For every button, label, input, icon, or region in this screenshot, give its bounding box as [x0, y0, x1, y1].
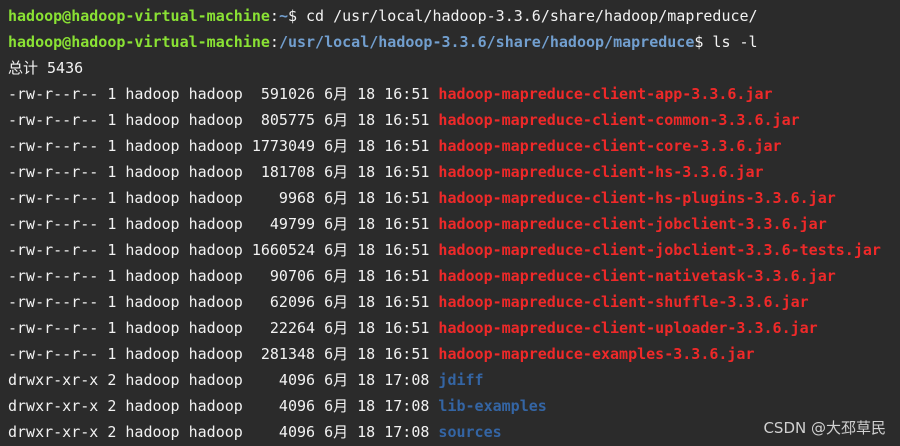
listing-row: drwxr-xr-x 2 hadoop hadoop 4096 6月 18 17… — [8, 393, 900, 419]
prompt-user: hadoop@hadoop-virtual-machine — [8, 33, 270, 51]
listing-meta: drwxr-xr-x 2 hadoop hadoop 4096 6月 18 17… — [8, 371, 439, 389]
prompt-cwd: /usr/local/hadoop-3.3.6/share/hadoop/map… — [278, 33, 695, 51]
terminal-output: hadoop@hadoop-virtual-machine:~$ cd /usr… — [8, 3, 900, 445]
command-text: ls -l — [703, 33, 758, 51]
file-name: hadoop-mapreduce-client-jobclient-3.3.6-… — [438, 241, 881, 259]
file-name: hadoop-mapreduce-client-hs-plugins-3.3.6… — [438, 189, 836, 207]
directory-name: jdiff — [438, 371, 484, 389]
prompt-separator: : — [269, 7, 279, 25]
listing-meta: -rw-r--r-- 1 hadoop hadoop 1660524 6月 18… — [8, 241, 439, 259]
listing-meta: -rw-r--r-- 1 hadoop hadoop 281348 6月 18 … — [8, 345, 439, 363]
listing-row: -rw-r--r-- 1 hadoop hadoop 805775 6月 18 … — [8, 107, 900, 133]
listing-meta: drwxr-xr-x 2 hadoop hadoop 4096 6月 18 17… — [8, 423, 439, 441]
listing-meta: -rw-r--r-- 1 hadoop hadoop 49799 6月 18 1… — [8, 215, 439, 233]
file-name: hadoop-mapreduce-examples-3.3.6.jar — [438, 345, 755, 363]
terminal-window[interactable]: hadoop@hadoop-virtual-machine:~$ cd /usr… — [0, 0, 900, 446]
prompt-line: hadoop@hadoop-virtual-machine:~$ cd /usr… — [8, 3, 900, 29]
listing-row: -rw-r--r-- 1 hadoop hadoop 281348 6月 18 … — [8, 341, 900, 367]
file-name: hadoop-mapreduce-client-hs-3.3.6.jar — [438, 163, 764, 181]
listing-row: -rw-r--r-- 1 hadoop hadoop 591026 6月 18 … — [8, 81, 900, 107]
listing-row: -rw-r--r-- 1 hadoop hadoop 1773049 6月 18… — [8, 133, 900, 159]
file-name: hadoop-mapreduce-client-nativetask-3.3.6… — [438, 267, 836, 285]
listing-meta: -rw-r--r-- 1 hadoop hadoop 9968 6月 18 16… — [8, 189, 439, 207]
command-text: cd /usr/local/hadoop-3.3.6/share/hadoop/… — [297, 7, 758, 25]
listing-row: -rw-r--r-- 1 hadoop hadoop 90706 6月 18 1… — [8, 263, 900, 289]
output-line: 总计 5436 — [8, 55, 900, 81]
directory-name: lib-examples — [438, 397, 547, 415]
total-line: 总计 5436 — [8, 59, 84, 77]
directory-name: sources — [438, 423, 502, 441]
listing-row: -rw-r--r-- 1 hadoop hadoop 1660524 6月 18… — [8, 237, 900, 263]
file-name: hadoop-mapreduce-client-jobclient-3.3.6.… — [438, 215, 827, 233]
file-name: hadoop-mapreduce-client-common-3.3.6.jar — [438, 111, 800, 129]
prompt-line: hadoop@hadoop-virtual-machine:/usr/local… — [8, 29, 900, 55]
listing-meta: -rw-r--r-- 1 hadoop hadoop 181708 6月 18 … — [8, 163, 439, 181]
listing-row: drwxr-xr-x 2 hadoop hadoop 4096 6月 18 17… — [8, 367, 900, 393]
listing-meta: -rw-r--r-- 1 hadoop hadoop 90706 6月 18 1… — [8, 267, 439, 285]
listing-row: -rw-r--r-- 1 hadoop hadoop 49799 6月 18 1… — [8, 211, 900, 237]
prompt-separator: : — [269, 33, 279, 51]
listing-row: -rw-r--r-- 1 hadoop hadoop 62096 6月 18 1… — [8, 289, 900, 315]
listing-row: -rw-r--r-- 1 hadoop hadoop 181708 6月 18 … — [8, 159, 900, 185]
listing-row: -rw-r--r-- 1 hadoop hadoop 22264 6月 18 1… — [8, 315, 900, 341]
listing-meta: -rw-r--r-- 1 hadoop hadoop 805775 6月 18 … — [8, 111, 439, 129]
prompt-user: hadoop@hadoop-virtual-machine — [8, 7, 270, 25]
file-name: hadoop-mapreduce-client-core-3.3.6.jar — [438, 137, 782, 155]
prompt-cwd: ~ — [278, 7, 288, 25]
file-name: hadoop-mapreduce-client-shuffle-3.3.6.ja… — [438, 293, 809, 311]
listing-meta: -rw-r--r-- 1 hadoop hadoop 1773049 6月 18… — [8, 137, 439, 155]
listing-meta: -rw-r--r-- 1 hadoop hadoop 62096 6月 18 1… — [8, 293, 439, 311]
listing-meta: -rw-r--r-- 1 hadoop hadoop 22264 6月 18 1… — [8, 319, 439, 337]
watermark: CSDN @大邳草民 — [763, 419, 886, 437]
prompt-symbol: $ — [287, 7, 297, 25]
listing-meta: drwxr-xr-x 2 hadoop hadoop 4096 6月 18 17… — [8, 397, 439, 415]
listing-row: -rw-r--r-- 1 hadoop hadoop 9968 6月 18 16… — [8, 185, 900, 211]
file-name: hadoop-mapreduce-client-uploader-3.3.6.j… — [438, 319, 818, 337]
listing-meta: -rw-r--r-- 1 hadoop hadoop 591026 6月 18 … — [8, 85, 439, 103]
file-name: hadoop-mapreduce-client-app-3.3.6.jar — [438, 85, 773, 103]
